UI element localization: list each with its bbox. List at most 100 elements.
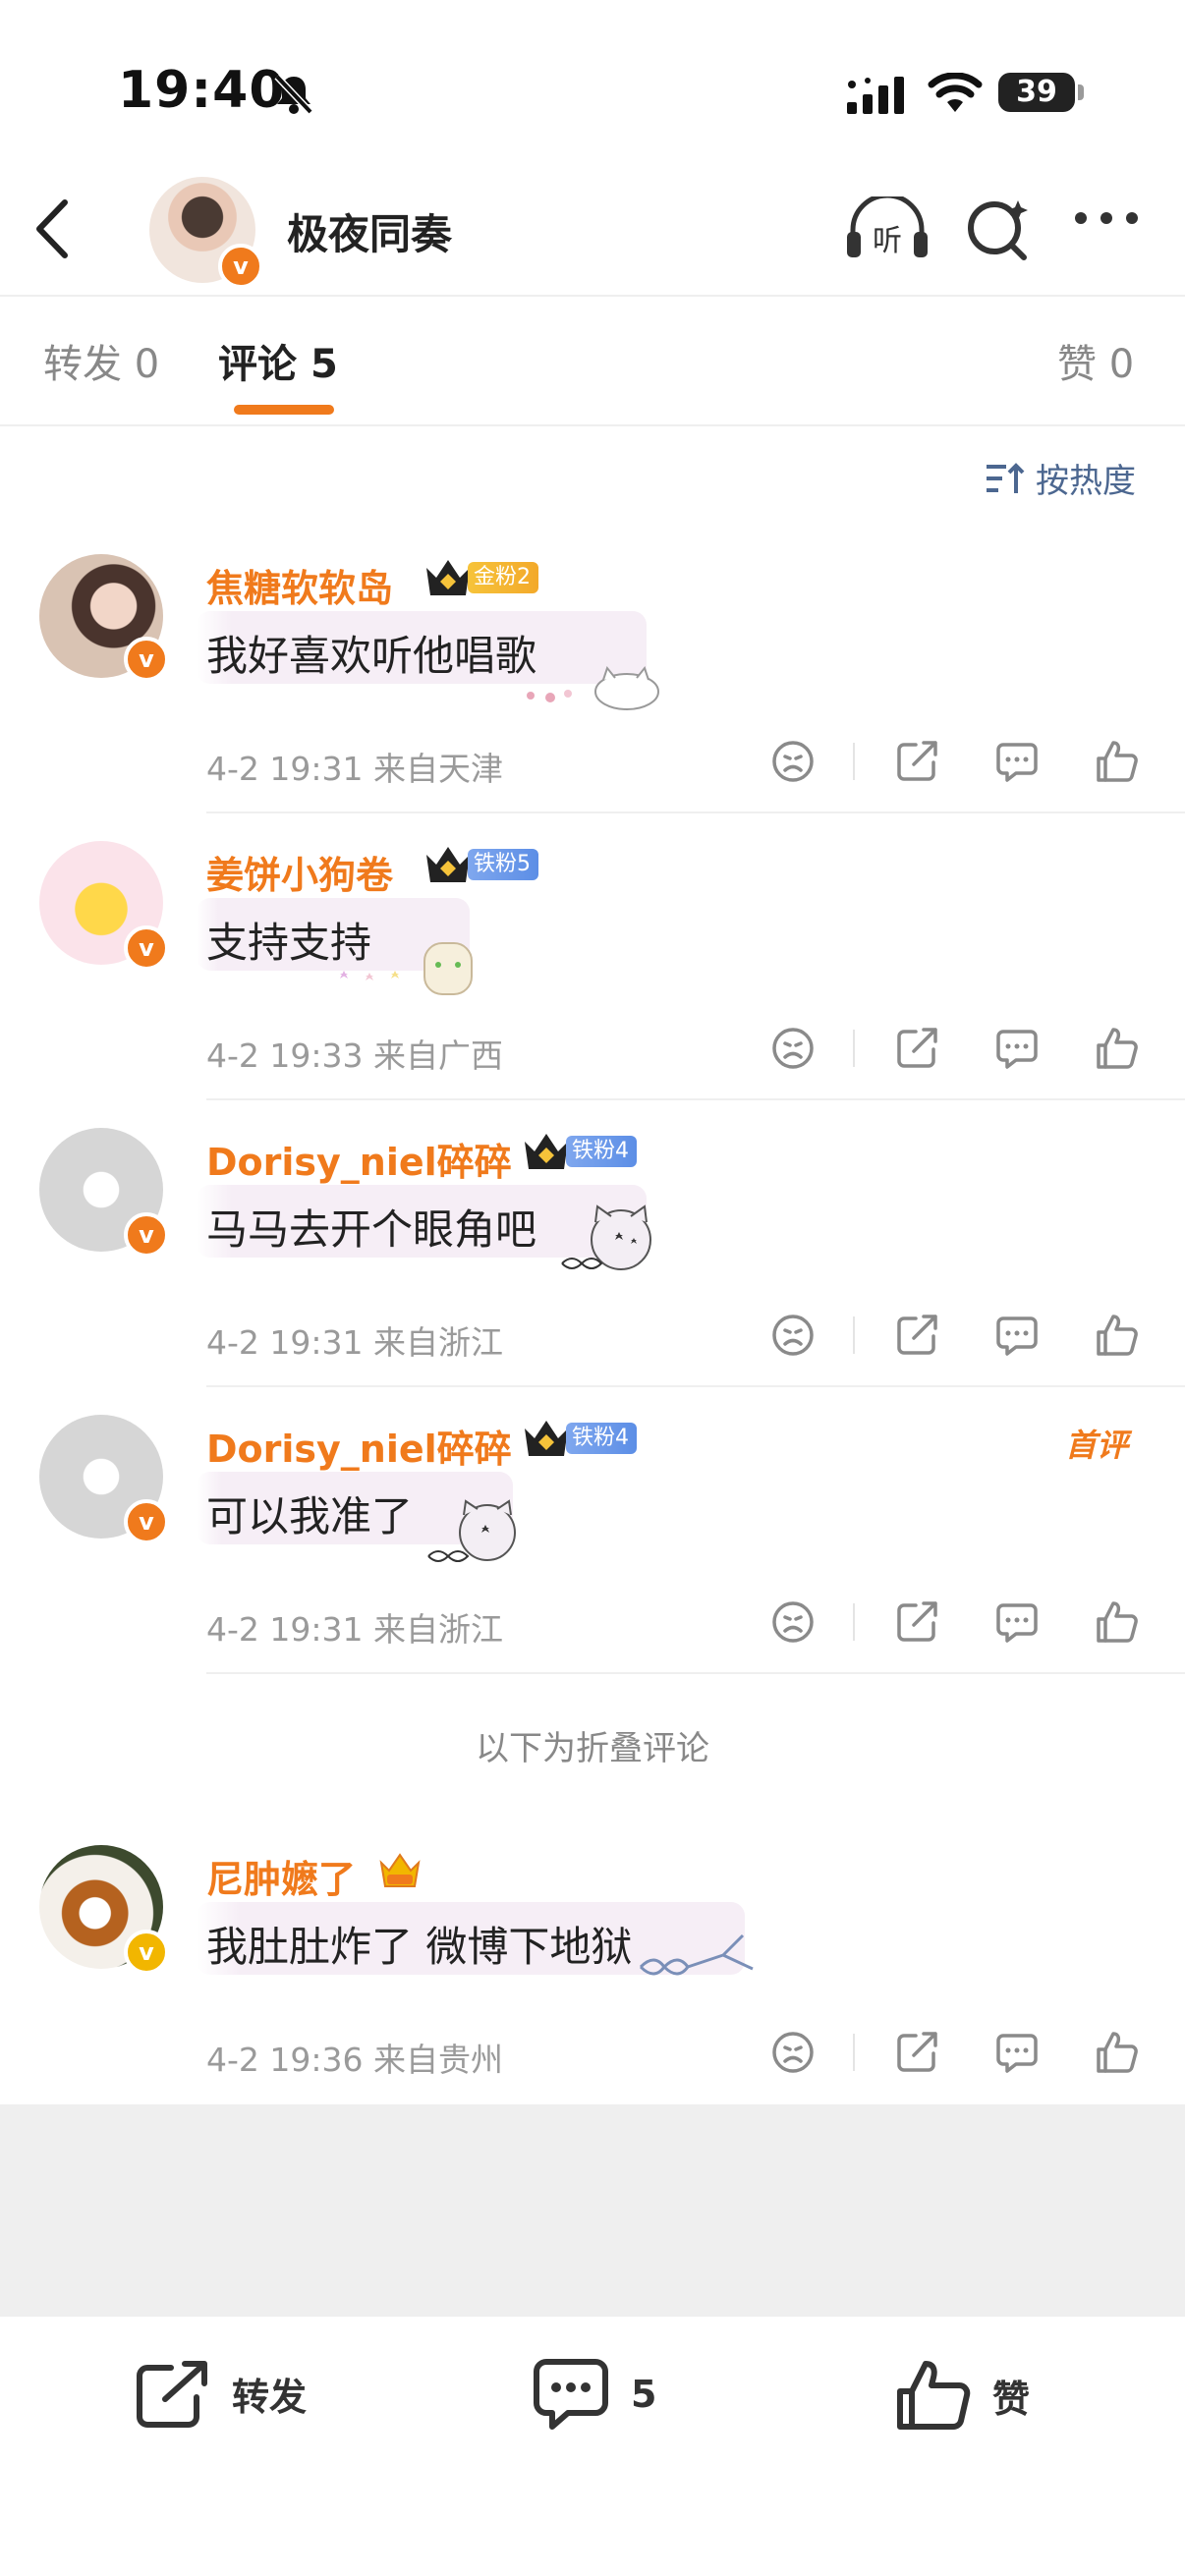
fan-level: 铁粉4 <box>566 1423 637 1454</box>
like-button[interactable]: 赞 <box>896 2358 1030 2433</box>
bubble-cat-decoration <box>561 1204 651 1270</box>
dislike-face-icon[interactable] <box>770 2030 816 2075</box>
action-separator <box>853 743 855 780</box>
action-separator <box>853 1030 855 1067</box>
action-separator <box>853 2034 855 2071</box>
tab-repost-label: 转发 <box>43 342 122 387</box>
tab-comment-count: 5 <box>310 342 338 387</box>
like-label: 赞 <box>992 2377 1031 2421</box>
folded-comments-label: 以下为折叠评论 <box>476 1729 709 1768</box>
comment-text: 可以我准了 <box>206 1492 414 1540</box>
comment-text: 我肚肚炸了 微博下地狱 <box>206 1923 633 1971</box>
status-time: 19:40 <box>118 61 286 120</box>
battery-icon: 39 <box>998 73 1075 112</box>
tab-repost-count: 0 <box>134 342 160 387</box>
bell-off-icon <box>274 74 313 115</box>
verified-badge-icon: v <box>124 925 169 971</box>
bubble-cat-decoration <box>427 1499 516 1562</box>
share-icon[interactable] <box>894 1313 939 1358</box>
sort-button[interactable]: 按热度 <box>985 454 1136 502</box>
share-icon[interactable] <box>894 2030 939 2075</box>
comment-meta: 4-2 19:33 来自广西 <box>206 1036 503 1075</box>
commenter-name[interactable]: 姜饼小狗卷 <box>206 845 393 899</box>
empty-area <box>0 2104 1185 2317</box>
comment-meta: 4-2 19:36 来自贵州 <box>206 2041 503 2079</box>
action-separator <box>853 1316 855 1354</box>
like-icon[interactable] <box>1095 1313 1140 1358</box>
fan-badge: 铁粉5 <box>423 847 538 882</box>
verified-badge-icon: v <box>124 1499 169 1544</box>
commenter-name[interactable]: 尼肿嬷了 <box>206 1849 356 1903</box>
fan-level: 铁粉4 <box>566 1136 637 1167</box>
repost-button[interactable]: 转发 <box>136 2358 307 2429</box>
listen-headphone-icon[interactable]: 听 <box>845 196 930 261</box>
tab-like-label: 赞 <box>1057 342 1097 387</box>
dislike-face-icon[interactable] <box>770 739 816 784</box>
fan-badge: 铁粉4 <box>521 1421 637 1456</box>
battery-level: 39 <box>1016 75 1057 109</box>
fan-badge: 金粉2 <box>423 560 538 595</box>
comment-divider <box>206 1098 1185 1100</box>
wifi-icon <box>928 73 983 112</box>
commenter-name[interactable]: 焦糖软软岛 <box>206 558 393 612</box>
reply-icon[interactable] <box>994 739 1040 784</box>
share-icon[interactable] <box>894 739 939 784</box>
tab-like-count: 0 <box>1108 342 1135 387</box>
comment-meta: 4-2 19:31 来自浙江 <box>206 1323 503 1362</box>
comment-divider <box>206 1672 1185 1674</box>
tab-comment-label: 评论 <box>218 342 297 387</box>
back-icon[interactable] <box>29 196 73 261</box>
verified-badge-icon: v <box>124 637 169 682</box>
search-icon[interactable] <box>965 196 1034 265</box>
fan-level: 金粉2 <box>468 562 538 593</box>
comment-button[interactable]: 5 <box>533 2358 656 2431</box>
comment-divider <box>206 812 1185 813</box>
author-name[interactable]: 极夜同奏 <box>287 201 452 261</box>
like-icon[interactable] <box>1095 2030 1140 2075</box>
divider <box>0 424 1185 426</box>
share-icon[interactable] <box>894 1599 939 1645</box>
sort-label: 按热度 <box>1036 462 1136 501</box>
verified-badge-icon: v <box>124 1930 169 1975</box>
reply-icon[interactable] <box>994 2030 1040 2075</box>
bubble-cat-decoration <box>527 665 659 710</box>
commenter-name[interactable]: Dorisy_niel碎碎 <box>206 1419 512 1473</box>
action-separator <box>853 1603 855 1641</box>
thumbs-up-icon <box>897 2361 971 2430</box>
crown-icon <box>426 560 470 595</box>
share-icon[interactable] <box>894 1026 939 1071</box>
reply-icon[interactable] <box>994 1313 1040 1358</box>
tab-like[interactable]: 赞 0 <box>1057 332 1134 389</box>
tab-repost[interactable]: 转发 0 <box>43 332 159 389</box>
fan-badge: 铁粉4 <box>521 1134 637 1169</box>
comment-count: 5 <box>631 2373 657 2416</box>
active-tab-indicator <box>234 405 334 415</box>
commenter-name[interactable]: Dorisy_niel碎碎 <box>206 1132 512 1186</box>
comment-text: 我好喜欢听他唱歌 <box>206 632 537 680</box>
comment-icon <box>534 2359 608 2430</box>
reply-icon[interactable] <box>994 1599 1040 1645</box>
like-icon[interactable] <box>1095 1599 1140 1645</box>
comment-meta: 4-2 19:31 来自天津 <box>206 750 503 788</box>
verified-badge-icon: v <box>124 1212 169 1258</box>
battery-tip <box>1078 84 1084 100</box>
like-icon[interactable] <box>1095 1026 1140 1071</box>
fan-level: 铁粉5 <box>468 849 538 880</box>
comment-meta: 4-2 19:31 来自浙江 <box>206 1610 503 1649</box>
dislike-face-icon[interactable] <box>770 1313 816 1358</box>
member-crown-icon <box>379 1853 421 1887</box>
crown-icon <box>525 1421 568 1456</box>
crown-icon <box>525 1134 568 1169</box>
bubble-ribbon-decoration <box>639 1933 754 1976</box>
reply-icon[interactable] <box>994 1026 1040 1071</box>
tab-comment[interactable]: 评论 5 <box>218 332 338 389</box>
first-comment-tag: 首评 <box>1065 1427 1129 1464</box>
dislike-face-icon[interactable] <box>770 1026 816 1071</box>
comment-divider <box>206 1385 1185 1387</box>
comment-text: 支持支持 <box>206 919 372 967</box>
more-options-icon[interactable] <box>1071 208 1142 228</box>
dislike-face-icon[interactable] <box>770 1599 816 1645</box>
share-icon <box>137 2361 207 2428</box>
like-icon[interactable] <box>1095 739 1140 784</box>
sort-icon <box>987 462 1025 493</box>
